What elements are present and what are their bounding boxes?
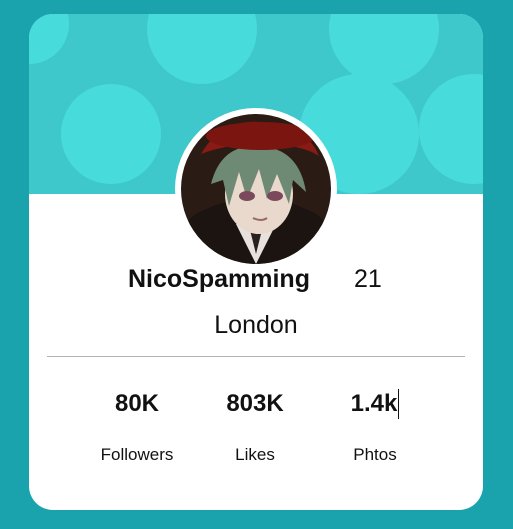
stat-label: Phtos (353, 445, 397, 464)
divider (47, 356, 465, 357)
username: NicoSpamming (128, 265, 310, 293)
name-row: NicoSpamming 21 (29, 264, 483, 298)
stat-value: 803K (226, 390, 284, 417)
stat-value: 1.4k (350, 390, 398, 417)
age: 21 (354, 265, 382, 293)
banner-bubble (419, 74, 483, 184)
banner-bubble (61, 84, 161, 184)
avatar-image (181, 114, 331, 264)
avatar[interactable] (181, 114, 331, 264)
stat-followers[interactable]: 80K Followers (77, 389, 197, 465)
location: London (214, 311, 298, 339)
text-caret (398, 389, 400, 419)
stat-photos[interactable]: 1.4k Phtos (315, 389, 435, 465)
stat-likes[interactable]: 803K Likes (195, 389, 315, 465)
stat-value-wrapper: 1.4k (315, 389, 435, 419)
stat-label: Followers (100, 445, 174, 464)
profile-card: NicoSpamming 21 London 80K Followers 803… (29, 14, 483, 510)
stat-label: Likes (235, 445, 275, 464)
banner-bubble (329, 14, 439, 84)
stat-value: 80K (114, 390, 160, 417)
banner-bubble (29, 14, 69, 64)
banner-bubble (147, 14, 257, 84)
avatar-ring (175, 108, 337, 270)
